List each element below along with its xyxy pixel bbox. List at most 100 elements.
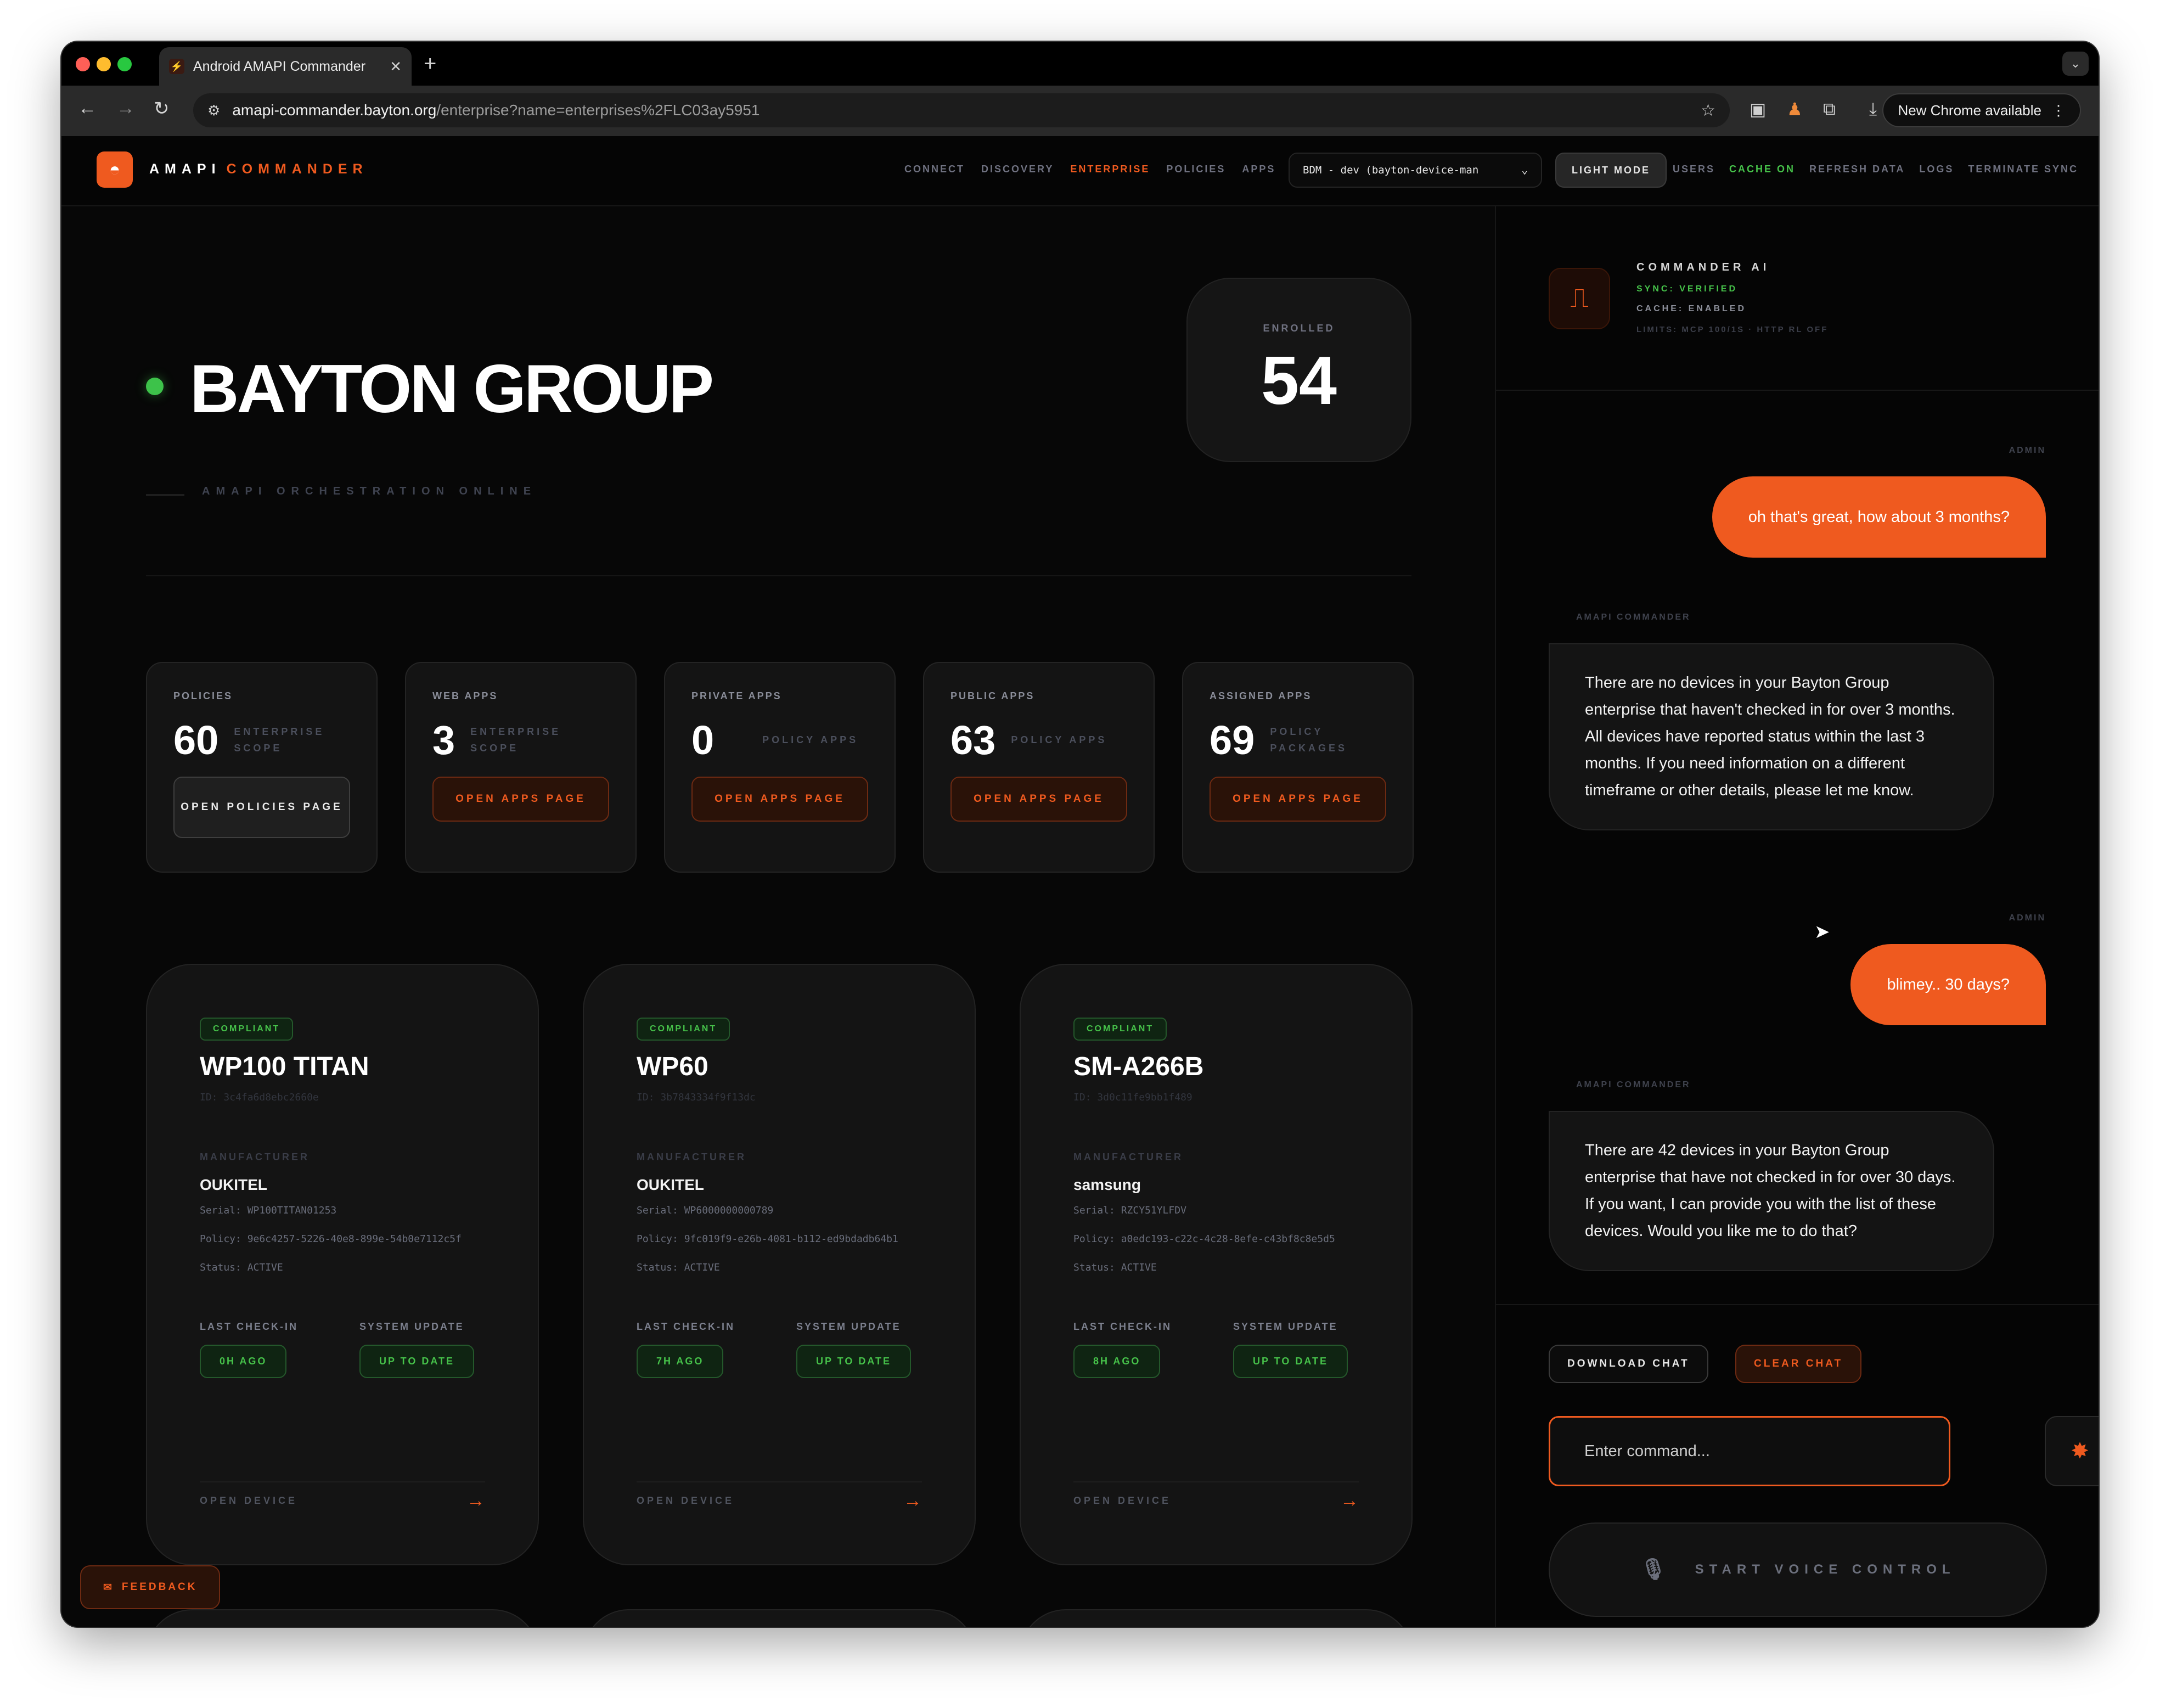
nav-policies[interactable]: POLICIES	[1166, 164, 1225, 175]
minimize-window-button[interactable]	[97, 57, 111, 71]
ai-limits: LIMITS: MCP 100/1S · HTTP RL OFF	[1636, 325, 1829, 334]
open-device-label: OPEN DEVICE	[637, 1495, 735, 1506]
manufacturer-value: OUKITEL	[637, 1176, 704, 1193]
extension-icon[interactable]: ♟	[1787, 99, 1803, 120]
nav-apps[interactable]: APPS	[1242, 164, 1275, 175]
system-update-value: UP TO DATE	[359, 1345, 475, 1378]
favicon-icon: ⚡	[169, 59, 184, 74]
forward-arrow-icon[interactable]: →	[116, 98, 135, 119]
device-card[interactable]: COMPLIANT SM-A266B ID: 3d0c11fe9bb1f489 …	[1020, 964, 1413, 1565]
device-card-partial[interactable]	[146, 1609, 539, 1627]
device-card-partial[interactable]	[583, 1609, 976, 1627]
manufacturer-value: OUKITEL	[200, 1176, 267, 1193]
stat-value: 69	[1210, 717, 1255, 763]
tagline-rule	[146, 494, 184, 496]
browser-window: ⚡ Android AMAPI Commander ✕ + ⌄ ← → ↻ ⚙ …	[61, 42, 2099, 1627]
puzzle-icon[interactable]: ⧉	[1823, 99, 1836, 120]
microphone-icon: 🎙	[1640, 1558, 1667, 1581]
compliance-badge: COMPLIANT	[637, 1018, 730, 1041]
feedback-button[interactable]: ✉ FEEDBACK	[80, 1565, 221, 1609]
new-tab-button[interactable]: +	[424, 52, 436, 76]
stat-sub: POLICY APPS	[762, 734, 859, 745]
url-path: /enterprise?name=enterprises%2FLC03ay595…	[436, 102, 760, 119]
secondary-nav: USERS CACHE ON REFRESH DATA LOGS TERMINA…	[1673, 164, 2078, 175]
tagline: AMAPI ORCHESTRATION ONLINE	[202, 485, 537, 497]
nav-logs[interactable]: LOGS	[1919, 164, 1954, 175]
close-window-button[interactable]	[76, 57, 90, 71]
brand-primary: AMAPI	[149, 161, 221, 177]
stat-label: WEB APPS	[432, 690, 498, 701]
enterprise-select-value: BDM - dev (bayton-device-man	[1303, 164, 1479, 176]
open-policies-button[interactable]: OPEN POLICIES PAGE	[173, 777, 350, 838]
address-bar[interactable]: ⚙ amapi-commander.bayton.org/enterprise?…	[193, 93, 1730, 127]
device-status: Status: ACTIVE	[637, 1262, 720, 1273]
clear-chat-button[interactable]: CLEAR CHAT	[1735, 1345, 1862, 1383]
nav-refresh-data[interactable]: REFRESH DATA	[1809, 164, 1905, 175]
android-logo-icon[interactable]: ◓	[97, 151, 133, 188]
open-apps-button[interactable]: OPEN APPS PAGE	[691, 777, 868, 822]
arrow-right-icon: →	[1340, 1490, 1359, 1511]
nav-users[interactable]: USERS	[1673, 164, 1715, 175]
translate-icon[interactable]: ▣	[1750, 99, 1766, 120]
close-tab-icon[interactable]: ✕	[390, 58, 402, 75]
nav-discovery[interactable]: DISCOVERY	[981, 164, 1054, 175]
device-card-partial[interactable]	[1020, 1609, 1413, 1627]
manufacturer-value: samsung	[1073, 1176, 1141, 1193]
open-device-link[interactable]: OPEN DEVICE →	[1073, 1481, 1359, 1512]
stats-row: POLICIES 60 ENTERPRISE SCOPE OPEN POLICIE…	[146, 662, 1414, 873]
nav-enterprise[interactable]: ENTERPRISE	[1070, 164, 1150, 175]
new-chrome-button[interactable]: New Chrome available ⋮	[1882, 93, 2081, 127]
light-mode-button[interactable]: LIGHT MODE	[1555, 153, 1667, 188]
bookmark-star-icon[interactable]: ☆	[1701, 101, 1715, 120]
open-apps-button[interactable]: OPEN APPS PAGE	[1210, 777, 1386, 822]
open-device-link[interactable]: OPEN DEVICE →	[200, 1481, 485, 1512]
device-name: WP60	[637, 1052, 708, 1081]
command-input[interactable]: Enter command...	[1549, 1416, 1950, 1486]
device-name: WP100 TITAN	[200, 1052, 369, 1081]
page-title: BAYTON GROUP	[190, 351, 714, 427]
compliance-badge: COMPLIANT	[1073, 1018, 1167, 1041]
download-chat-button[interactable]: DOWNLOAD CHAT	[1549, 1345, 1708, 1383]
voice-control-button[interactable]: 🎙 START VOICE CONTROL	[1549, 1522, 2047, 1617]
tab-title: Android AMAPI Commander	[193, 58, 366, 74]
tab-search-chevron-icon[interactable]: ⌄	[2062, 52, 2089, 76]
compliance-badge: COMPLIANT	[200, 1018, 294, 1041]
device-policy: Policy: 9e6c4257-5226-40e8-899e-54b0e711…	[200, 1233, 462, 1245]
site-info-icon[interactable]: ⚙	[207, 102, 220, 119]
device-serial: Serial: WP100TITAN01253	[200, 1205, 337, 1216]
system-update-label: SYSTEM UPDATE	[796, 1321, 901, 1332]
back-arrow-icon[interactable]: ←	[78, 98, 97, 119]
ai-cache-status: CACHE: ENABLED	[1636, 304, 1746, 313]
enterprise-select[interactable]: BDM - dev (bayton-device-man ⌄	[1289, 153, 1542, 188]
manufacturer-label: MANUFACTURER	[637, 1151, 746, 1162]
nav-cache-on[interactable]: CACHE ON	[1729, 164, 1795, 175]
send-button[interactable]: ✸	[2045, 1416, 2099, 1486]
nav-terminate-sync[interactable]: TERMINATE SYNC	[1968, 164, 2078, 175]
ai-sync-status: SYNC: VERIFIED	[1636, 284, 1738, 294]
ai-chat-panel: ⎍ COMMANDER AI SYNC: VERIFIED CACHE: ENA…	[1495, 206, 2099, 1627]
browser-tab[interactable]: ⚡ Android AMAPI Commander ✕	[159, 47, 412, 86]
stat-value: 0	[691, 717, 715, 763]
device-card[interactable]: COMPLIANT WP100 TITAN ID: 3c4fa6d8ebc266…	[146, 964, 539, 1565]
last-checkin-value: 7H AGO	[637, 1345, 724, 1378]
maximize-window-button[interactable]	[117, 57, 132, 71]
tab-strip: ⚡ Android AMAPI Commander ✕ + ⌄	[61, 42, 2099, 86]
open-apps-button[interactable]: OPEN APPS PAGE	[950, 777, 1127, 822]
nav-connect[interactable]: CONNECT	[904, 164, 965, 175]
reload-icon[interactable]: ↻	[154, 98, 170, 120]
last-checkin-label: LAST CHECK-IN	[1073, 1321, 1172, 1332]
open-apps-button[interactable]: OPEN APPS PAGE	[432, 777, 609, 822]
chat-role-assistant: AMAPI COMMANDER	[1576, 613, 1691, 622]
device-card[interactable]: COMPLIANT WP60 ID: 3b7843334f9f13dc MANU…	[583, 964, 976, 1565]
arrow-right-icon: →	[466, 1490, 485, 1511]
open-device-label: OPEN DEVICE	[200, 1495, 298, 1506]
open-device-label: OPEN DEVICE	[1073, 1495, 1172, 1506]
voice-control-label: START VOICE CONTROL	[1695, 1562, 1956, 1577]
stat-card-policies: POLICIES 60 ENTERPRISE SCOPE OPEN POLICIE…	[146, 662, 378, 873]
stat-label: PRIVATE APPS	[691, 690, 782, 701]
open-device-link[interactable]: OPEN DEVICE →	[637, 1481, 922, 1512]
kebab-menu-icon[interactable]: ⋮	[2051, 102, 2066, 119]
arrow-right-icon: →	[903, 1490, 922, 1511]
download-icon[interactable]: ⤓	[1869, 99, 1877, 120]
ai-header: ⎍ COMMANDER AI SYNC: VERIFIED CACHE: ENA…	[1496, 206, 2099, 391]
